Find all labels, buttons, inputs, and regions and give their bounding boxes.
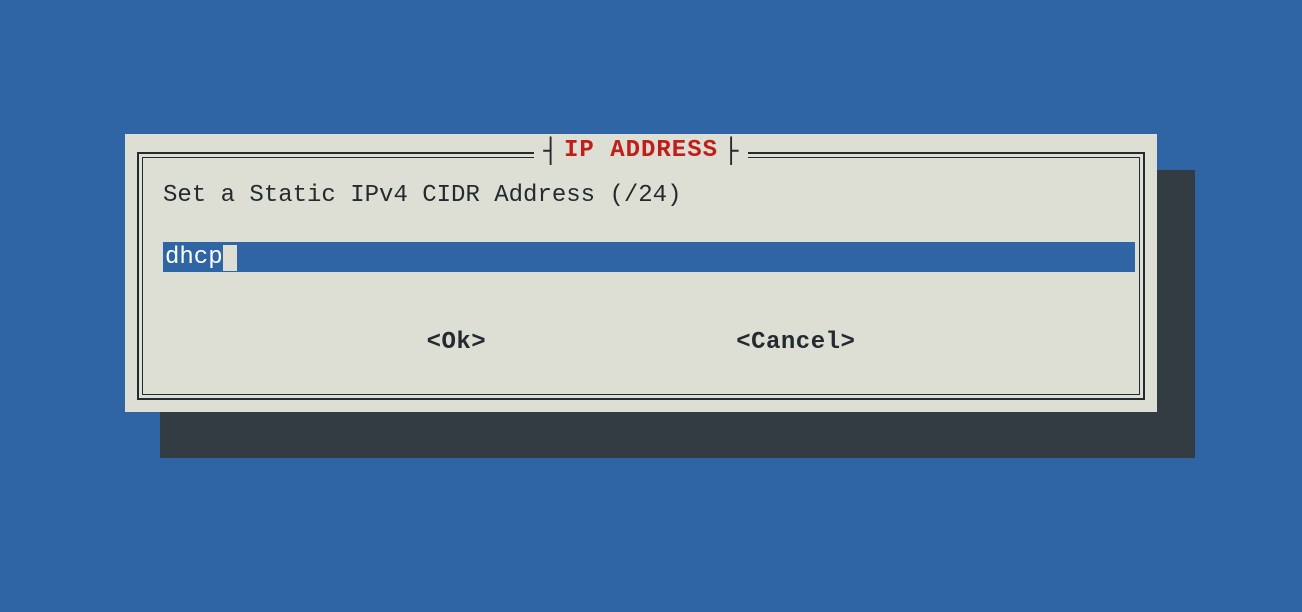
- ip-address-input[interactable]: dhcp: [163, 242, 1135, 272]
- text-cursor: [223, 245, 237, 271]
- dialog-button-row: <Ok> <Cancel>: [125, 329, 1157, 356]
- ok-button[interactable]: <Ok>: [427, 329, 487, 356]
- ip-address-dialog: ┤ IP ADDRESS ├ Set a Static IPv4 CIDR Ad…: [125, 134, 1157, 412]
- ip-address-input-value: dhcp: [163, 242, 223, 272]
- cancel-button[interactable]: <Cancel>: [736, 329, 855, 356]
- dialog-prompt: Set a Static IPv4 CIDR Address (/24): [163, 182, 681, 209]
